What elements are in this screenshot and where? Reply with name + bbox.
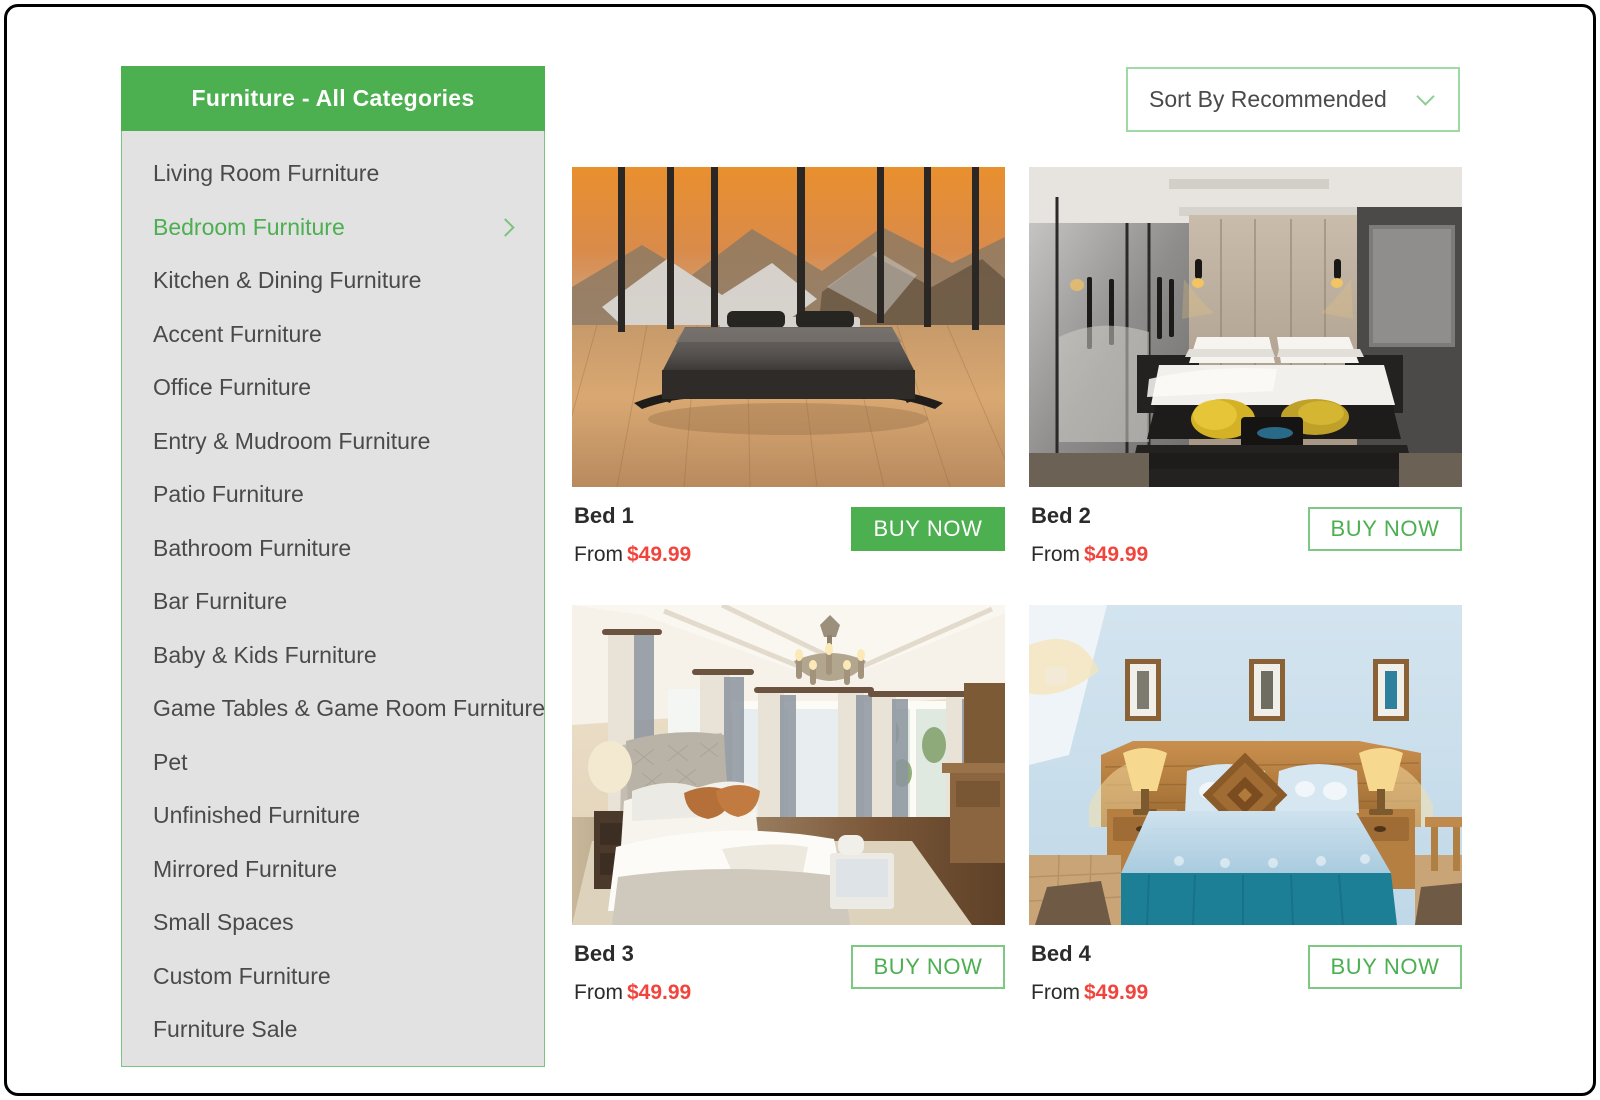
sidebar-item-small-spaces[interactable]: Small Spaces [122, 896, 544, 950]
category-sidebar: Furniture - All Categories Living Room F… [121, 66, 546, 1067]
sidebar-item-pet[interactable]: Pet [122, 736, 544, 790]
sidebar-item-label: Furniture Sale [153, 1016, 298, 1043]
product-meta: Bed 2 From $49.99 BUY NOW [1029, 487, 1462, 565]
product-card: Bed 3 From $49.99 BUY NOW [572, 605, 1005, 1003]
sidebar-item-label: Patio Furniture [153, 481, 304, 508]
product-price-row: From $49.99 [1031, 982, 1148, 1003]
sidebar-header-title: Furniture - All Categories [191, 85, 475, 111]
sidebar-item-furniture-sale[interactable]: Furniture Sale [122, 1003, 544, 1057]
sort-by-dropdown[interactable]: Sort By Recommended [1126, 67, 1460, 132]
sidebar-item-label: Game Tables & Game Room Furniture [153, 695, 546, 722]
product-image[interactable] [1029, 605, 1462, 925]
sidebar-item-label: Accent Furniture [153, 320, 322, 347]
sidebar-item-label: Baby & Kids Furniture [153, 641, 377, 668]
sidebar-item-label: Pet [153, 748, 188, 775]
product-image[interactable] [1029, 167, 1462, 487]
sidebar-item-label: Mirrored Furniture [153, 855, 338, 882]
chevron-right-icon [496, 218, 515, 237]
product-price-prefix: From [1031, 543, 1080, 566]
sidebar-item-game-tables-and-game-room-furniture[interactable]: Game Tables & Game Room Furniture [122, 682, 546, 736]
sidebar-item-label: Entry & Mudroom Furniture [153, 427, 431, 454]
sidebar-item-mirrored-furniture[interactable]: Mirrored Furniture [122, 843, 544, 897]
sidebar-item-label: Office Furniture [153, 374, 312, 401]
page-body: Furniture - All Categories Living Room F… [7, 7, 1593, 1093]
product-image[interactable] [572, 167, 1005, 487]
product-title: Bed 1 [574, 503, 634, 528]
sidebar-item-kitchen-and-dining-furniture[interactable]: Kitchen & Dining Furniture [122, 254, 544, 308]
sidebar-item-bathroom-furniture[interactable]: Bathroom Furniture [122, 522, 544, 576]
product-text: Bed 3 From $49.99 [572, 941, 691, 1004]
sidebar-category-list: Living Room Furniture Bedroom Furniture Ki… [122, 131, 546, 1057]
product-meta: Bed 4 From $49.99 BUY NOW [1029, 925, 1462, 1003]
sidebar-item-label: Living Room Furniture [153, 160, 380, 187]
product-title: Bed 4 [1031, 941, 1091, 966]
sidebar-item-office-furniture[interactable]: Office Furniture [122, 361, 544, 415]
product-meta: Bed 1 From $49.99 BUY NOW [572, 487, 1005, 565]
product-card: Bed 2 From $49.99 BUY NOW [1029, 167, 1462, 565]
buy-now-button[interactable]: BUY NOW [851, 945, 1005, 989]
sidebar-item-entry-and-mudroom-furniture[interactable]: Entry & Mudroom Furniture [122, 415, 544, 469]
product-price-row: From $49.99 [574, 544, 691, 565]
sidebar-item-bedroom-furniture[interactable]: Bedroom Furniture [122, 201, 544, 255]
buy-now-button[interactable]: BUY NOW [1308, 507, 1462, 551]
product-text: Bed 4 From $49.99 [1029, 941, 1148, 1004]
sidebar-item-custom-furniture[interactable]: Custom Furniture [122, 950, 544, 1004]
sidebar-item-patio-furniture[interactable]: Patio Furniture [122, 468, 544, 522]
sidebar-item-label: Bedroom Furniture [153, 213, 345, 240]
product-image[interactable] [572, 605, 1005, 925]
product-price-row: From $49.99 [1031, 544, 1148, 565]
sort-by-selected-value: Sort By Recommended [1149, 86, 1387, 112]
sidebar-item-living-room-furniture[interactable]: Living Room Furniture [122, 147, 544, 201]
sidebar-item-label: Unfinished Furniture [153, 802, 361, 829]
sidebar-item-label: Custom Furniture [153, 962, 331, 989]
product-price-prefix: From [1031, 981, 1080, 1004]
product-price-row: From $49.99 [574, 982, 691, 1003]
sidebar-item-baby-and-kids-furniture[interactable]: Baby & Kids Furniture [122, 629, 544, 683]
chevron-down-icon [1416, 86, 1435, 106]
buy-now-button[interactable]: BUY NOW [1308, 945, 1462, 989]
product-text: Bed 2 From $49.99 [1029, 503, 1148, 566]
product-grid: Bed 1 From $49.99 BUY NOW Bed 2 From $49… [572, 167, 1462, 1003]
sidebar-header: Furniture - All Categories [121, 66, 545, 131]
product-card: Bed 1 From $49.99 BUY NOW [572, 167, 1005, 565]
sidebar-item-unfinished-furniture[interactable]: Unfinished Furniture [122, 789, 544, 843]
buy-now-button[interactable]: BUY NOW [851, 507, 1005, 551]
sidebar-item-bar-furniture[interactable]: Bar Furniture [122, 575, 544, 629]
sidebar-item-label: Small Spaces [153, 909, 294, 936]
sidebar-item-label: Bar Furniture [153, 588, 288, 615]
sidebar-item-label: Kitchen & Dining Furniture [153, 267, 422, 294]
sidebar-item-accent-furniture[interactable]: Accent Furniture [122, 308, 544, 362]
product-price-value: $49.99 [627, 981, 692, 1004]
app-window: Furniture - All Categories Living Room F… [4, 4, 1596, 1096]
product-meta: Bed 3 From $49.99 BUY NOW [572, 925, 1005, 1003]
product-price-prefix: From [574, 543, 623, 566]
product-text: Bed 1 From $49.99 [572, 503, 691, 566]
product-title: Bed 3 [574, 941, 634, 966]
product-price-value: $49.99 [1084, 543, 1149, 566]
product-price-value: $49.99 [1084, 981, 1149, 1004]
sidebar-item-label: Bathroom Furniture [153, 534, 352, 561]
product-price-value: $49.99 [627, 543, 692, 566]
product-card: Bed 4 From $49.99 BUY NOW [1029, 605, 1462, 1003]
product-title: Bed 2 [1031, 503, 1091, 528]
product-price-prefix: From [574, 981, 623, 1004]
